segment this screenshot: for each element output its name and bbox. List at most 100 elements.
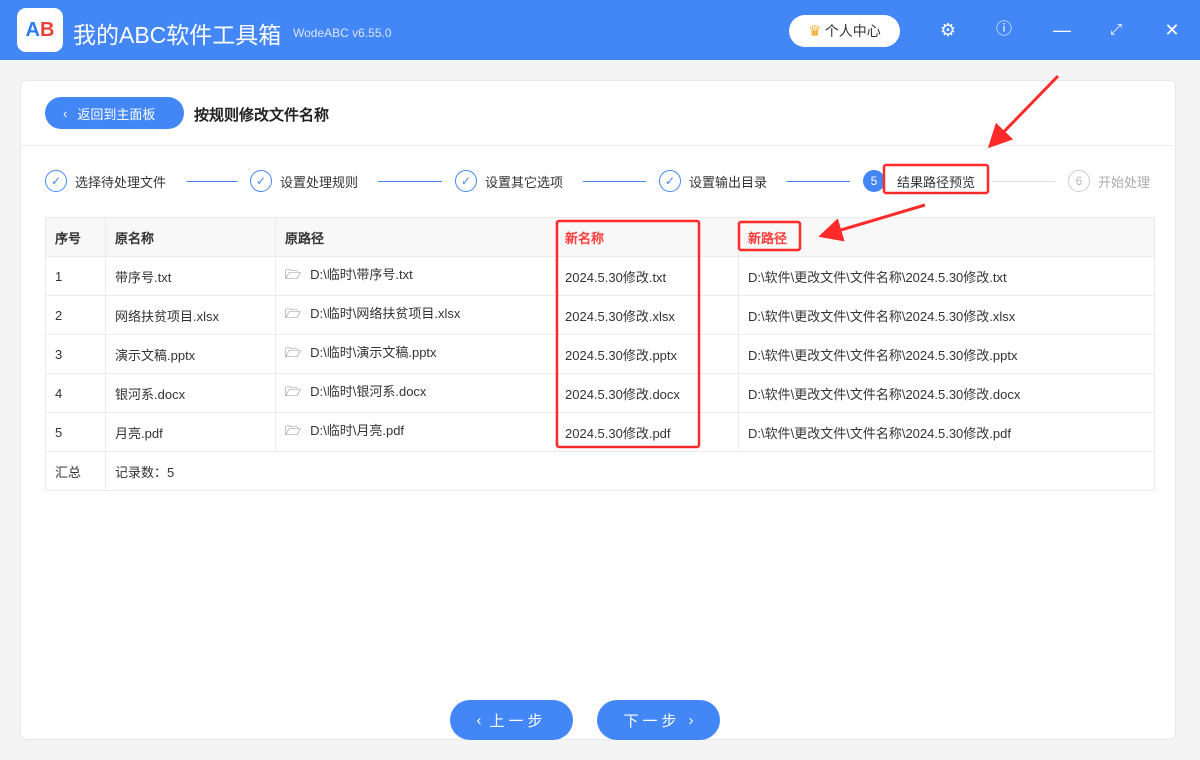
- back-to-main-button[interactable]: ‹ 返回到主面板: [45, 97, 184, 129]
- cell-text: D:\软件\更改文件\文件名称\2024.5.30修改.pdf: [748, 425, 1011, 441]
- next-step-button[interactable]: 下一步 ›: [597, 700, 720, 740]
- step-label: 选择待处理文件: [75, 174, 167, 190]
- cell-text: 2024.5.30修改.pptx: [565, 347, 678, 363]
- table-row[interactable]: 4 银河系.docx 🗁 D:\临时\银河系.docx 2024.5.30修改.docx…: [45, 373, 1155, 413]
- row-new-name: 2024.5.30修改.txt: [555, 256, 739, 296]
- table-row[interactable]: 5 月亮.pdf 🗁 D:\临时\月亮.pdf 2024.5.30修改.pdf D:\软件…: [45, 412, 1155, 452]
- cell-text: D:\临时\网络扶贫项目.xlsx: [310, 306, 461, 321]
- prev-label: 上一步: [489, 712, 547, 730]
- check-icon: ✓: [250, 170, 272, 192]
- header-new-name: 新名称: [555, 217, 739, 257]
- step-label: 设置其它选项: [485, 174, 564, 190]
- row-index: 3: [45, 334, 106, 374]
- preview-table: 序号 原名称 原路径 新名称 新路径 1 带序号.txt 🗁 D:\临时\带序号.tx…: [45, 217, 1155, 491]
- gear-icon[interactable]: ⚙: [936, 18, 960, 42]
- row-original-name: 网络扶贫项目.xlsx: [105, 295, 276, 335]
- cell-text: 带序号.txt: [115, 269, 172, 285]
- row-original-path: 🗁 D:\临时\银河系.docx: [275, 373, 556, 413]
- cell-text: 4: [55, 385, 63, 401]
- step-connector: [187, 181, 237, 182]
- row-index: 4: [45, 373, 106, 413]
- step-connector: [378, 181, 442, 182]
- folder-icon[interactable]: 🗁: [285, 423, 301, 438]
- cell-text: 2024.5.30修改.xlsx: [565, 308, 675, 324]
- row-original-name: 月亮.pdf: [105, 412, 276, 452]
- folder-icon[interactable]: 🗁: [285, 267, 301, 282]
- header-index: 序号: [45, 217, 106, 257]
- cell-text: D:\软件\更改文件\文件名称\2024.5.30修改.xlsx: [748, 308, 1016, 324]
- row-new-name: 2024.5.30修改.docx: [555, 373, 739, 413]
- cell-text: 3: [55, 346, 63, 362]
- table-row[interactable]: 3 演示文稿.pptx 🗁 D:\临时\演示文稿.pptx 2024.5.30修改.pp…: [45, 334, 1155, 374]
- check-icon: ✓: [659, 170, 681, 192]
- step-number: 6: [1068, 170, 1090, 192]
- close-icon[interactable]: ✕: [1160, 18, 1184, 42]
- chevron-left-circle-icon: ‹: [476, 711, 482, 729]
- cell-text: D:\软件\更改文件\文件名称\2024.5.30修改.docx: [748, 386, 1021, 402]
- step-3: ✓ 设置其它选项: [455, 170, 563, 192]
- cell-text: 2024.5.30修改.txt: [565, 269, 667, 285]
- cell-text: 2: [55, 307, 63, 323]
- cell-text: 网络扶贫项目.xlsx: [115, 308, 220, 324]
- cell-text: 演示文稿.pptx: [115, 347, 196, 363]
- step-number: 5: [863, 170, 885, 192]
- step-4: ✓ 设置输出目录: [659, 170, 767, 192]
- row-original-path: 🗁 D:\临时\带序号.txt: [275, 256, 556, 296]
- step-label: 开始处理: [1098, 174, 1151, 190]
- header-new-path: 新路径: [738, 217, 1155, 257]
- row-new-name: 2024.5.30修改.xlsx: [555, 295, 739, 335]
- header-original-path: 原路径: [275, 217, 556, 257]
- row-original-name: 演示文稿.pptx: [105, 334, 276, 374]
- maximize-icon[interactable]: ⤢: [1104, 18, 1128, 42]
- app-logo: AB: [17, 8, 63, 52]
- row-original-name: 带序号.txt: [105, 256, 276, 296]
- row-new-path: D:\软件\更改文件\文件名称\2024.5.30修改.xlsx: [738, 295, 1155, 335]
- row-index: 5: [45, 412, 106, 452]
- cell-text: 银河系.docx: [115, 386, 186, 402]
- cell-text: D:\临时\月亮.pdf: [310, 423, 405, 438]
- folder-icon[interactable]: 🗁: [285, 345, 301, 360]
- table-row[interactable]: 1 带序号.txt 🗁 D:\临时\带序号.txt 2024.5.30修改.txt D:\…: [45, 256, 1155, 296]
- step-6: 6 开始处理: [1068, 170, 1150, 192]
- app-version: WodeABC v6.55.0: [293, 26, 392, 40]
- cell-text: 2024.5.30修改.docx: [565, 386, 680, 402]
- row-new-path: D:\软件\更改文件\文件名称\2024.5.30修改.pdf: [738, 412, 1155, 452]
- summary-value: 记录数：5: [105, 451, 1155, 491]
- check-icon: ✓: [455, 170, 477, 192]
- help-icon[interactable]: ⓘ: [992, 18, 1016, 42]
- step-connector: [583, 181, 646, 182]
- row-new-path: D:\软件\更改文件\文件名称\2024.5.30修改.txt: [738, 256, 1155, 296]
- step-label: 结果路径预览: [897, 174, 976, 190]
- title-bar: AB 我的ABC软件工具箱 WodeABC v6.55.0 ♛ 个人中心 ⚙ ⓘ …: [0, 0, 1200, 60]
- row-new-path: D:\软件\更改文件\文件名称\2024.5.30修改.docx: [738, 373, 1155, 413]
- folder-icon[interactable]: 🗁: [285, 384, 301, 399]
- page-title: 按规则修改文件名称: [194, 107, 330, 124]
- minimize-icon[interactable]: —: [1050, 18, 1074, 42]
- step-connector: [787, 181, 850, 182]
- row-new-path: D:\软件\更改文件\文件名称\2024.5.30修改.pptx: [738, 334, 1155, 374]
- cell-text: D:\软件\更改文件\文件名称\2024.5.30修改.txt: [748, 269, 1007, 285]
- cell-text: 5: [55, 424, 63, 440]
- summary-row: 汇总 记录数：5: [45, 451, 1155, 491]
- row-original-path: 🗁 D:\临时\演示文稿.pptx: [275, 334, 556, 374]
- cell-text: 月亮.pdf: [115, 425, 163, 441]
- step-label: 设置输出目录: [689, 174, 768, 190]
- summary-label: 汇总: [45, 451, 106, 491]
- folder-icon[interactable]: 🗁: [285, 306, 301, 321]
- app-title: 我的ABC软件工具箱: [73, 22, 282, 48]
- cell-text: D:\临时\演示文稿.pptx: [310, 345, 437, 360]
- row-original-path: 🗁 D:\临时\月亮.pdf: [275, 412, 556, 452]
- chevron-left-icon: ‹: [63, 105, 68, 121]
- prev-step-button[interactable]: ‹ 上一步: [450, 700, 573, 740]
- user-center-button[interactable]: ♛ 个人中心: [789, 15, 900, 47]
- step-label: 设置处理规则: [280, 174, 359, 190]
- user-center-label: 个人中心: [824, 23, 881, 39]
- row-index: 1: [45, 256, 106, 296]
- divider: [21, 145, 1176, 146]
- chevron-right-circle-icon: ›: [688, 711, 694, 729]
- row-new-name: 2024.5.30修改.pptx: [555, 334, 739, 374]
- table-row[interactable]: 2 网络扶贫项目.xlsx 🗁 D:\临时\网络扶贫项目.xlsx 2024.5.30修…: [45, 295, 1155, 335]
- row-index: 2: [45, 295, 106, 335]
- check-icon: ✓: [45, 170, 67, 192]
- table-header: 序号 原名称 原路径 新名称 新路径: [45, 217, 1155, 257]
